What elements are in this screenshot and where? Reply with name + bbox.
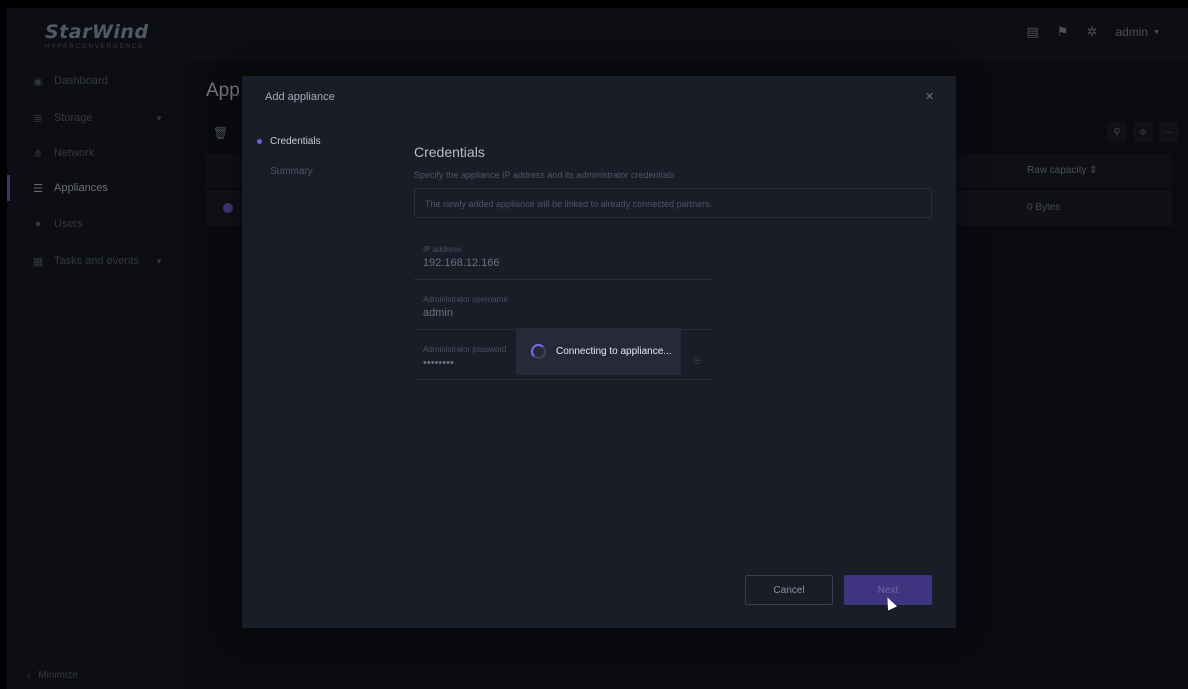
step-credentials[interactable]: Credentials: [242, 126, 402, 156]
field-label: IP address: [423, 245, 462, 254]
ip-address-field[interactable]: IP address 192.168.12.166: [414, 242, 712, 280]
spinner-icon: [531, 344, 546, 359]
loading-indicator: Connecting to appliance...: [516, 328, 681, 375]
section-description: Specify the appliance IP address and its…: [414, 170, 675, 180]
step-indicator: [257, 138, 262, 144]
info-message: The newly added appliance will be linked…: [414, 188, 932, 218]
field-value: admin: [423, 307, 453, 319]
field-value: 192.168.12.166: [423, 257, 500, 269]
wizard-steps: Credentials Summary: [242, 126, 402, 186]
add-appliance-dialog: Add appliance × Credentials Summary Cred…: [242, 76, 956, 628]
field-label: Administrator username: [423, 295, 508, 304]
dialog-content: Credentials Specify the appliance IP add…: [414, 144, 934, 218]
step-label: Credentials: [270, 135, 321, 147]
step-label: Summary: [270, 165, 313, 177]
cancel-button[interactable]: Cancel: [745, 575, 833, 605]
close-icon[interactable]: ×: [925, 88, 934, 105]
app-window: StarWind HYPERCONVERGENCE ▤ ⚑ ✲ admin ▼ …: [7, 8, 1188, 689]
dialog-header: Add appliance ×: [242, 76, 956, 118]
loading-text: Connecting to appliance...: [556, 346, 672, 357]
step-summary[interactable]: Summary: [242, 156, 402, 186]
eye-off-icon[interactable]: ☉: [693, 356, 702, 367]
section-title: Credentials: [414, 144, 485, 160]
username-field[interactable]: Administrator username admin: [414, 292, 712, 330]
dialog-title: Add appliance: [265, 91, 335, 103]
